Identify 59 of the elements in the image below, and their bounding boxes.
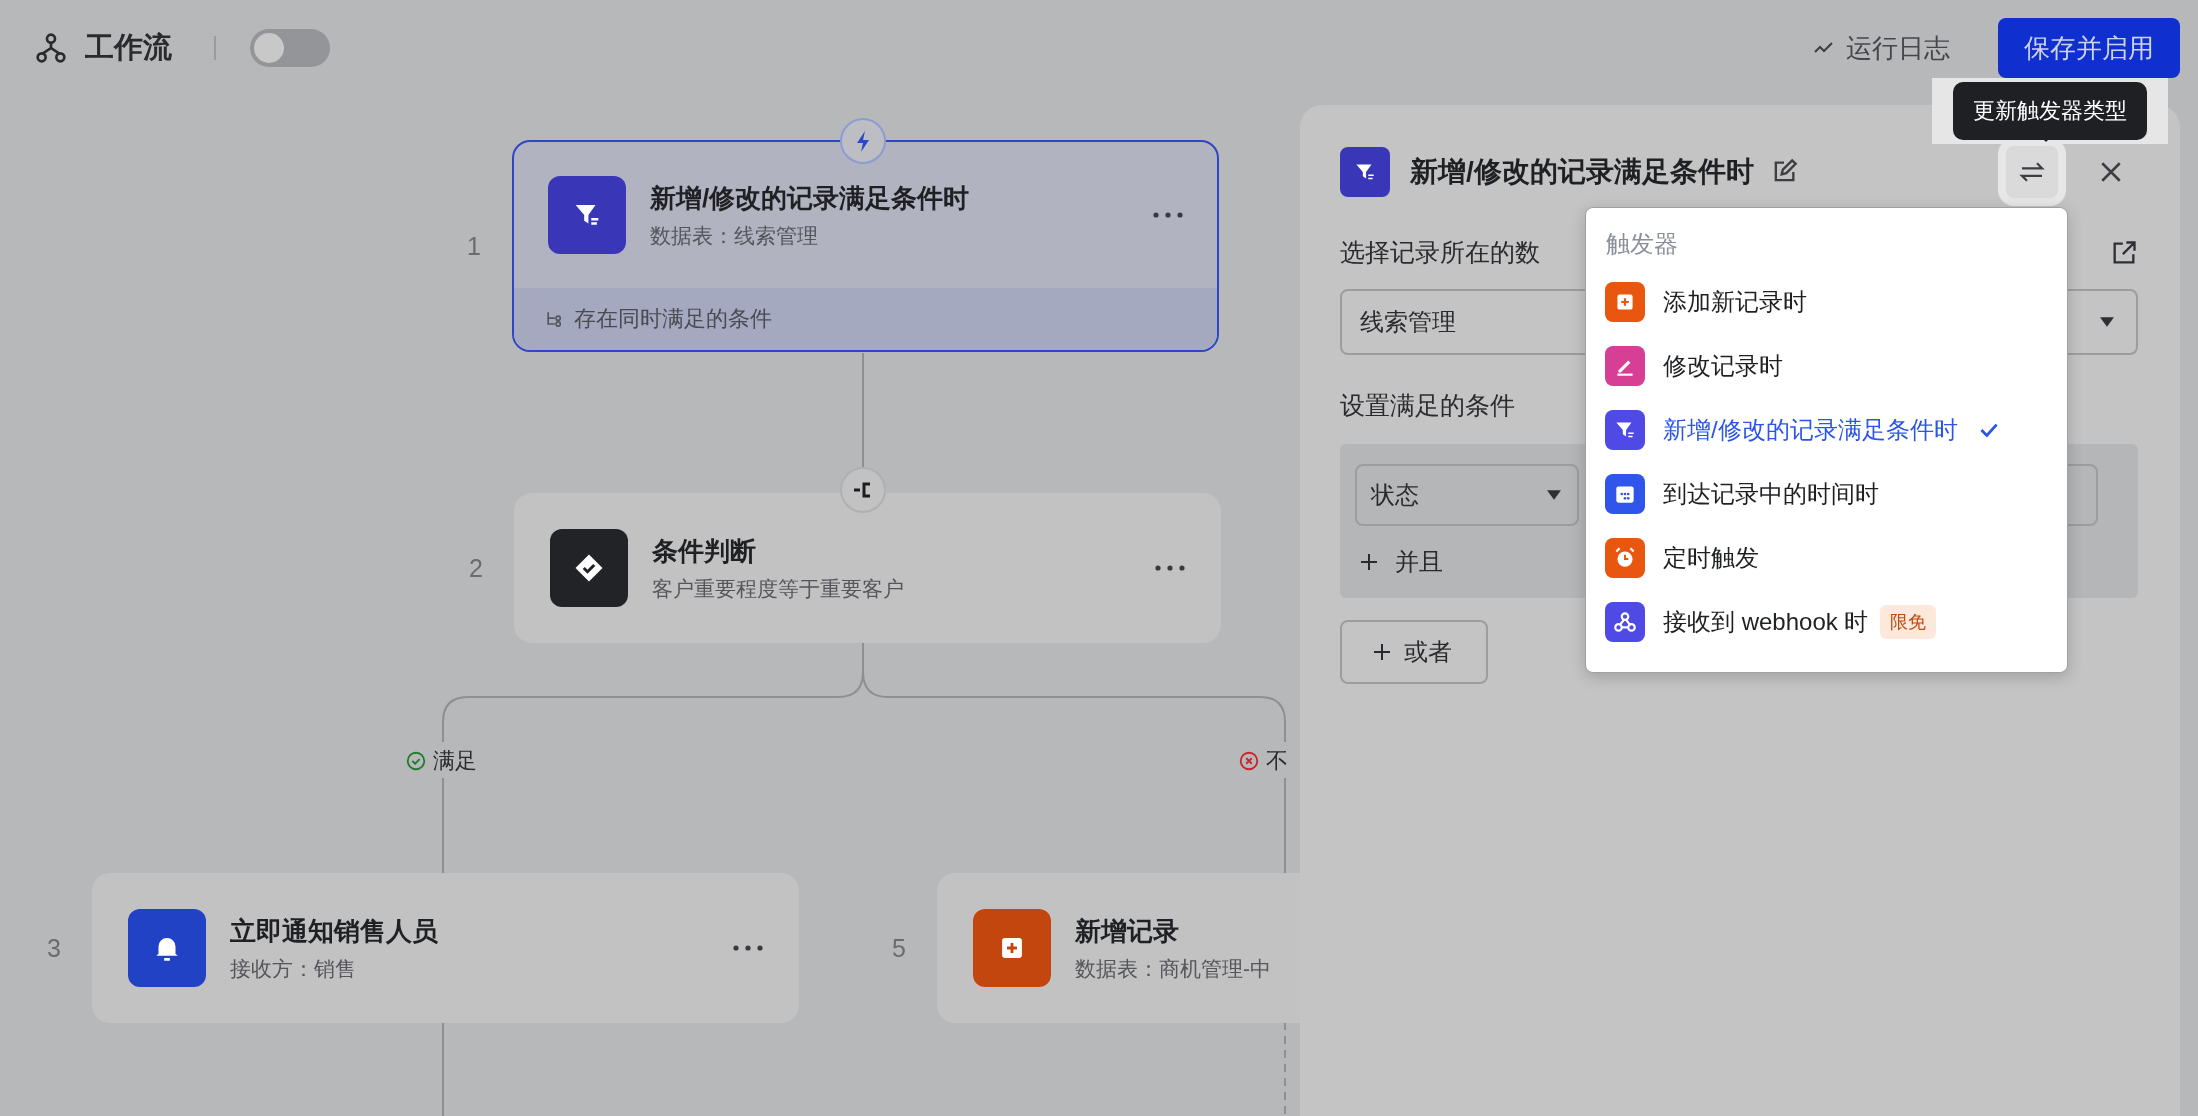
- page-title: 工作流: [85, 30, 172, 65]
- node-title: 新增/修改的记录满足条件时: [650, 181, 971, 215]
- menu-item[interactable]: 接收到 webhook 时 限免: [1586, 590, 2067, 654]
- plus-icon: [973, 909, 1051, 987]
- footer-text: 存在同时满足的条件: [574, 305, 772, 333]
- node-card[interactable]: 条件判断 客户重要程度等于重要客户: [514, 493, 1221, 643]
- workflow-icon: [35, 32, 67, 64]
- and-button[interactable]: 并且: [1357, 546, 1443, 578]
- branch-label: 不: [1266, 747, 1288, 775]
- menu-item[interactable]: 新增/修改的记录满足条件时: [1586, 398, 2067, 462]
- menu-item[interactable]: 添加新记录时: [1586, 270, 2067, 334]
- menu-item[interactable]: 修改记录时: [1586, 334, 2067, 398]
- more-icon[interactable]: [1153, 212, 1183, 218]
- field-select[interactable]: 状态: [1355, 464, 1579, 526]
- branch-icon: [840, 467, 886, 513]
- panel-title: 新增/修改的记录满足条件时: [1410, 155, 1754, 189]
- menu-item-label: 添加新记录时: [1663, 287, 1807, 317]
- step-number: 1: [466, 231, 482, 261]
- menu-item[interactable]: 到达记录中的时间时: [1586, 462, 2067, 526]
- diamond-check-icon: [550, 529, 628, 607]
- menu-item-label: 定时触发: [1663, 543, 1759, 573]
- branch-icon: [544, 309, 564, 329]
- free-tag: 限免: [1880, 605, 1937, 639]
- table-label: 选择记录所在的数: [1340, 237, 1540, 268]
- bell-icon: [128, 909, 206, 987]
- node-title: 立即通知销售人员: [230, 914, 439, 948]
- menu-item-label: 新增/修改的记录满足条件时: [1663, 415, 1958, 445]
- menu-item-label: 接收到 webhook 时: [1663, 607, 1869, 637]
- node-title: 新增记录: [1075, 914, 1180, 948]
- step-number: 5: [891, 933, 907, 963]
- node-subtitle: 客户重要程度等于重要客户: [652, 575, 905, 602]
- caret-icon: [2100, 317, 2114, 327]
- toggle-switch[interactable]: [250, 29, 330, 67]
- menu-item-label: 到达记录中的时间时: [1663, 479, 1879, 509]
- tooltip: 更新触发器类型: [1953, 82, 2147, 140]
- run-log-button[interactable]: 运行日志: [1812, 30, 1950, 66]
- more-icon[interactable]: [1155, 565, 1185, 571]
- funnel-icon: [548, 176, 626, 254]
- x-circle-icon: [1238, 750, 1260, 772]
- menu-item[interactable]: 定时触发: [1586, 526, 2067, 590]
- conditions-label: 设置满足的条件: [1340, 390, 1516, 421]
- node-title: 条件判断: [652, 534, 757, 568]
- or-button[interactable]: 或者: [1340, 620, 1488, 684]
- node-card[interactable]: 新增/修改的记录满足条件时 数据表：线索管理 存在同时满足的条件: [512, 140, 1219, 352]
- caret-icon: [1547, 490, 1561, 500]
- step-number: 3: [46, 933, 62, 963]
- lightning-icon: [840, 118, 886, 164]
- node-subtitle: 数据表：线索管理: [650, 222, 819, 249]
- save-button[interactable]: 保存并启用: [1998, 18, 2180, 78]
- step-number: 2: [468, 553, 484, 583]
- menu-heading: 触发器: [1605, 229, 1679, 259]
- node-card[interactable]: 立即通知销售人员 接收方：销售: [92, 873, 799, 1023]
- node-subtitle: 数据表：商机管理-中: [1075, 955, 1271, 982]
- menu-item-label: 修改记录时: [1663, 351, 1783, 381]
- more-icon[interactable]: [733, 945, 763, 951]
- check-circle-icon: [405, 750, 427, 772]
- branch-label: 满足: [433, 747, 477, 775]
- funnel-icon: [1340, 147, 1390, 197]
- node-subtitle: 接收方：销售: [230, 955, 357, 982]
